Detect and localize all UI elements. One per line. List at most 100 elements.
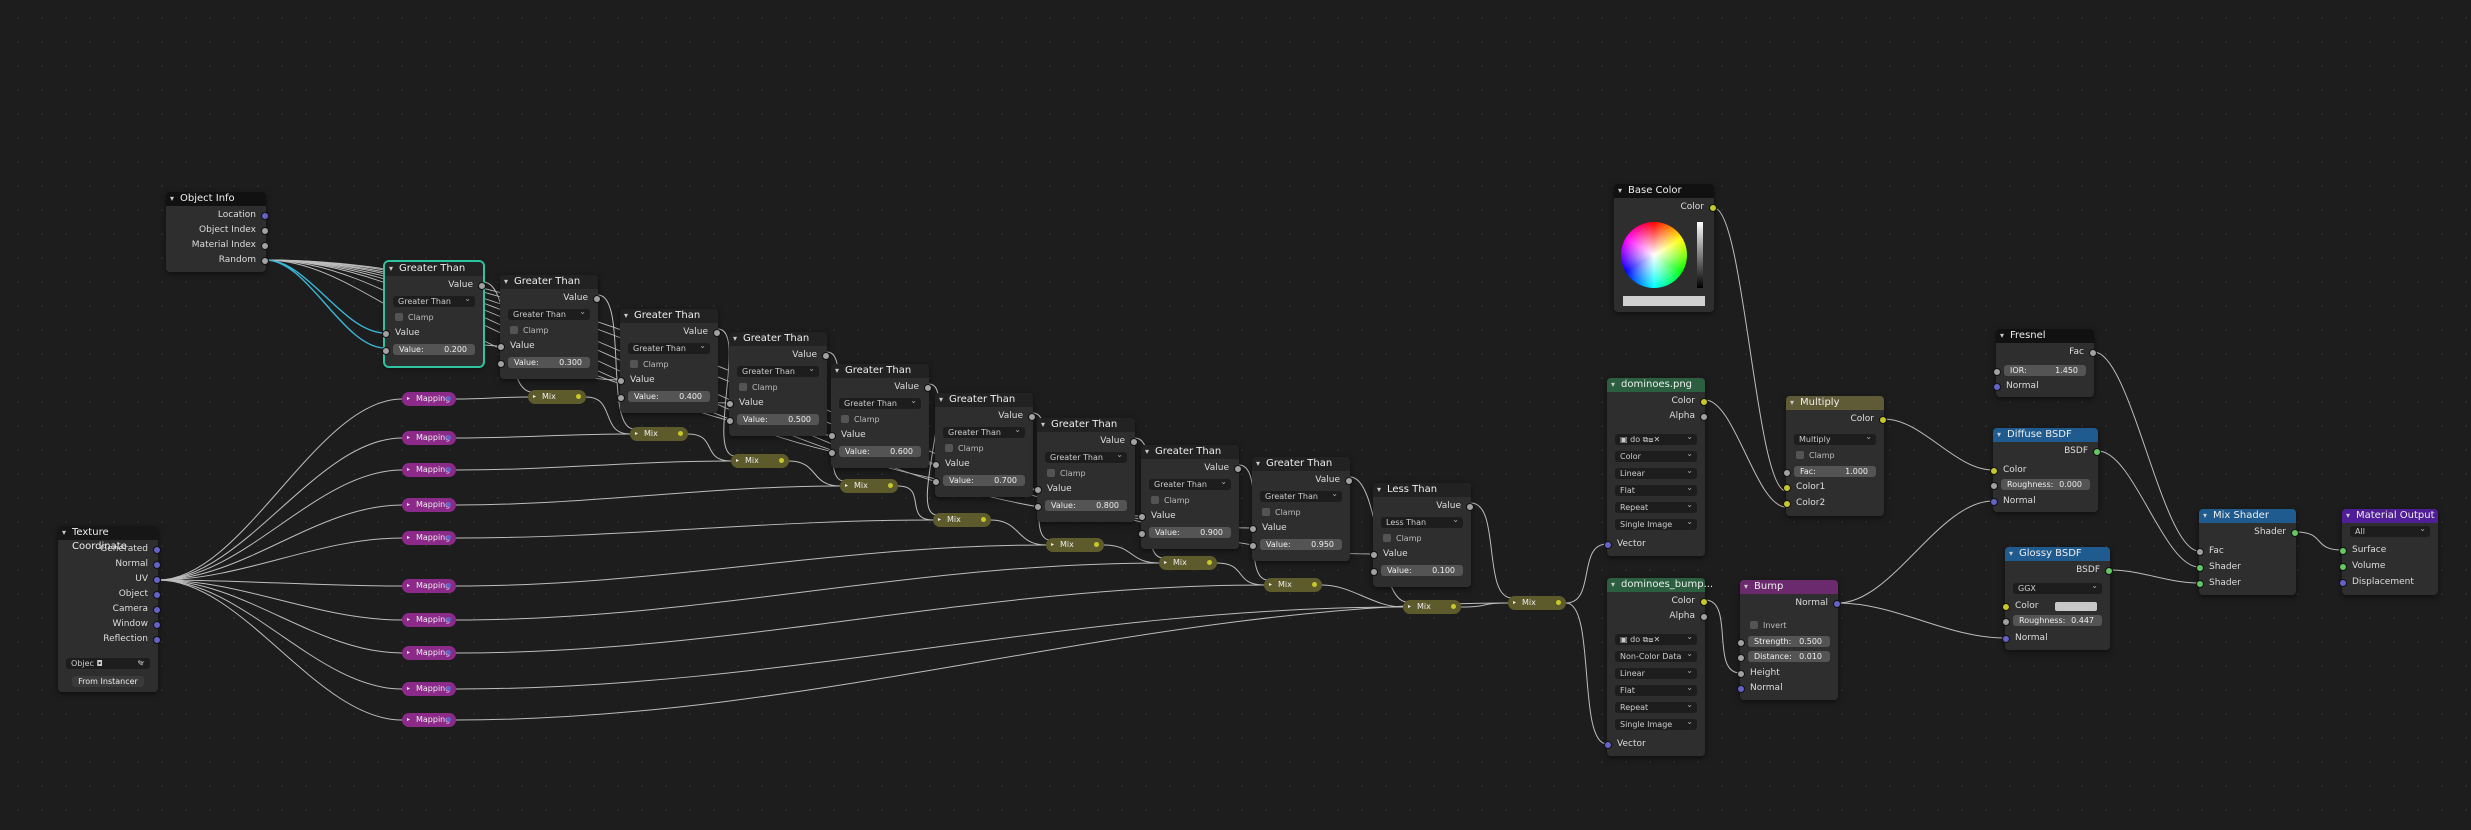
node-header[interactable]: Material Output — [2342, 509, 2438, 523]
node-header[interactable]: Mix Shader — [2199, 509, 2296, 523]
bump-node[interactable]: Bump Normal Invert Strength:0.500 Distan… — [1737, 580, 1841, 700]
socket-value-in[interactable] — [497, 343, 505, 351]
socket-shader-2[interactable] — [2196, 580, 2204, 588]
projection-dropdown[interactable]: Flat — [1615, 482, 1697, 496]
node-header[interactable]: Greater Than — [385, 262, 483, 276]
socket-roughness[interactable] — [1990, 482, 1998, 490]
node-header[interactable]: Greater Than — [1037, 418, 1135, 432]
color-wheel[interactable] — [1621, 222, 1687, 288]
socket-vector[interactable] — [446, 396, 451, 401]
ior-field[interactable]: IOR: 1.450 — [2004, 365, 2086, 376]
socket-vector[interactable] — [446, 583, 451, 588]
socket-value-out[interactable] — [713, 329, 721, 337]
greater-than-node[interactable]: Greater Than Value Greater Than Clamp Va… — [617, 309, 721, 413]
mapping-node[interactable]: ▸ Mapping — [402, 646, 456, 660]
expand-icon[interactable]: ▸ — [407, 498, 410, 512]
socket-value-in[interactable] — [617, 377, 625, 385]
color-swatch[interactable] — [2055, 602, 2097, 611]
expand-icon[interactable]: ▸ — [938, 513, 941, 527]
clamp-checkbox[interactable]: Clamp — [1047, 468, 1086, 479]
multiply-node[interactable]: Multiply Color Multiply Clamp Fac:1.000 … — [1783, 396, 1887, 516]
expand-icon[interactable]: ▸ — [533, 390, 536, 404]
socket-displacement[interactable] — [2339, 579, 2347, 587]
mix-rgb-node[interactable]: ▸ Mix — [630, 427, 688, 441]
mapping-node[interactable]: ▸ Mapping — [402, 392, 456, 406]
clamp-checkbox[interactable]: Clamp — [1796, 450, 1835, 461]
operation-dropdown[interactable]: Greater Than — [1045, 449, 1127, 463]
socket-random[interactable] — [261, 257, 269, 265]
eyedropper-icon[interactable]: ✎ — [137, 658, 144, 669]
socket-color[interactable] — [1700, 598, 1708, 606]
projection-dropdown[interactable]: Flat — [1615, 682, 1697, 696]
socket-distance[interactable] — [1737, 654, 1745, 662]
mix-rgb-node[interactable]: ▸ Mix — [1403, 600, 1461, 614]
socket-bsdf[interactable] — [2105, 567, 2113, 575]
socket-color[interactable] — [1312, 582, 1317, 587]
socket-value-2[interactable] — [726, 417, 734, 425]
material-output-node[interactable]: Material Output All Surface Volume Displ… — [2339, 509, 2438, 595]
socket-value-out[interactable] — [1345, 477, 1353, 485]
mapping-node[interactable]: ▸ Mapping — [402, 613, 456, 627]
socket-vector[interactable] — [446, 502, 451, 507]
extension-dropdown[interactable]: Repeat — [1615, 499, 1697, 513]
operation-dropdown[interactable]: Greater Than — [1149, 476, 1231, 490]
node-header[interactable]: Greater Than — [1252, 457, 1350, 471]
mix-rgb-node[interactable]: ▸ Mix — [1508, 596, 1566, 610]
socket-bsdf[interactable] — [2093, 448, 2101, 456]
socket-value-out[interactable] — [924, 384, 932, 392]
socket-value-2[interactable] — [1138, 530, 1146, 538]
socket-value-in[interactable] — [932, 461, 940, 469]
socket-generated[interactable] — [153, 546, 161, 554]
socket-color[interactable] — [1451, 604, 1456, 609]
socket-alpha[interactable] — [1700, 413, 1708, 421]
socket-vector[interactable] — [446, 535, 451, 540]
image-selector[interactable]: ▣ do ⧉⧈✕ — [1615, 431, 1697, 445]
socket-value-2[interactable] — [382, 347, 390, 355]
expand-icon[interactable]: ▸ — [407, 682, 410, 696]
greater-than-node[interactable]: Greater Than Value Greater Than Clamp Va… — [932, 393, 1036, 497]
socket-roughness[interactable] — [2002, 618, 2010, 626]
mapping-node[interactable]: ▸ Mapping — [402, 531, 456, 545]
socket-fac[interactable] — [2196, 548, 2204, 556]
socket-surface[interactable] — [2339, 547, 2347, 555]
socket-value-2[interactable] — [828, 449, 836, 457]
mapping-node[interactable]: ▸ Mapping — [402, 579, 456, 593]
socket-value-in[interactable] — [1034, 486, 1042, 494]
mapping-node[interactable]: ▸ Mapping — [402, 463, 456, 477]
from-instancer-checkbox[interactable]: From Instancer — [72, 676, 144, 687]
clamp-checkbox[interactable]: Clamp — [1383, 533, 1422, 544]
node-header[interactable]: Greater Than — [935, 393, 1033, 407]
value-slider[interactable] — [1697, 222, 1703, 288]
image-texture-node-bump[interactable]: dominoes_bump... Color Alpha ▣ do ⧉⧈✕ No… — [1604, 578, 1713, 756]
socket-value-out[interactable] — [593, 295, 601, 303]
socket-color[interactable] — [2002, 603, 2010, 611]
node-header[interactable]: Less Than — [1373, 483, 1471, 497]
value-field[interactable]: Value: 0.500 — [737, 414, 819, 425]
socket-color2[interactable] — [1783, 500, 1791, 508]
value-field[interactable]: Value: 0.700 — [943, 475, 1025, 486]
expand-icon[interactable]: ▸ — [1408, 600, 1411, 614]
socket-value-2[interactable] — [1370, 568, 1378, 576]
socket-fac[interactable] — [1783, 469, 1791, 477]
node-header[interactable]: Bump — [1740, 580, 1838, 594]
socket-value-in[interactable] — [1138, 513, 1146, 521]
socket-window[interactable] — [153, 621, 161, 629]
value-field[interactable]: Value: 0.300 — [508, 357, 590, 368]
expand-icon[interactable]: ▸ — [407, 613, 410, 627]
greater-than-node[interactable]: Greater Than Value Greater Than Clamp Va… — [1138, 445, 1242, 549]
socket-color[interactable] — [1207, 560, 1212, 565]
socket-vector[interactable] — [446, 650, 451, 655]
colorspace-dropdown[interactable]: Non-Color Data — [1615, 648, 1697, 662]
colorspace-dropdown[interactable]: Color — [1615, 448, 1697, 462]
mapping-node[interactable]: ▸ Mapping — [402, 498, 456, 512]
expand-icon[interactable]: ▸ — [1513, 596, 1516, 610]
mix-rgb-node[interactable]: ▸ Mix — [731, 454, 789, 468]
expand-icon[interactable]: ▸ — [736, 454, 739, 468]
socket-value-2[interactable] — [1034, 503, 1042, 511]
clamp-checkbox[interactable]: Clamp — [395, 312, 434, 323]
mix-rgb-node[interactable]: ▸ Mix — [1264, 578, 1322, 592]
node-header[interactable]: Object Info — [166, 192, 266, 206]
value-field[interactable]: Value: 0.950 — [1260, 539, 1342, 550]
socket-location[interactable] — [261, 212, 269, 220]
glossy-bsdf-node[interactable]: Glossy BSDF BSDF GGX Color Roughness:0.4… — [2002, 547, 2113, 650]
